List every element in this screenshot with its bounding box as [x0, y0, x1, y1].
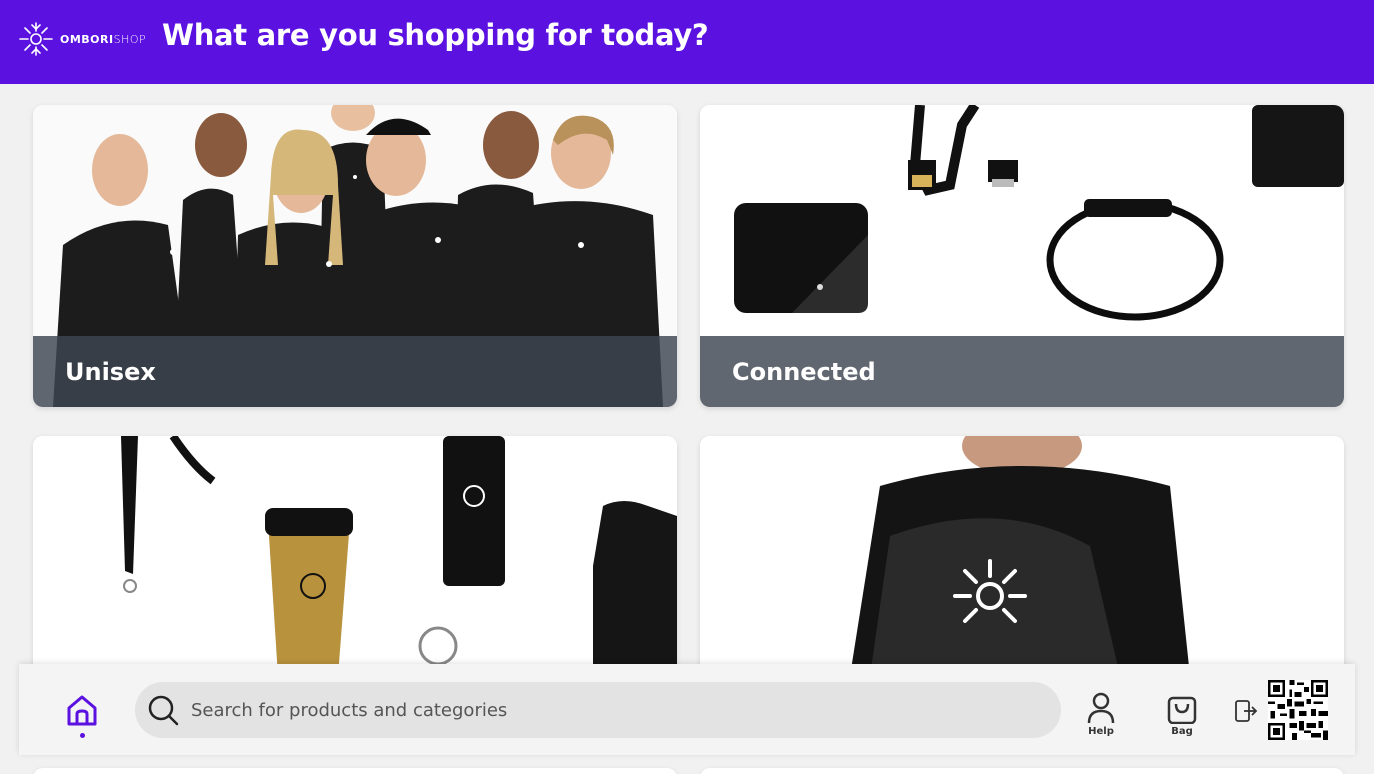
search-bar[interactable]: [135, 682, 1061, 738]
category-label: Connected: [700, 336, 1344, 407]
person-icon: [1087, 692, 1115, 724]
home-icon: [67, 695, 97, 726]
brand-name: OMBORISHOP: [60, 32, 147, 46]
category-card-unisex[interactable]: Unisex: [33, 105, 677, 407]
page-title: What are you shopping for today?: [162, 18, 709, 52]
category-label: Unisex: [33, 336, 677, 407]
help-label: Help: [1088, 726, 1114, 737]
bag-icon: [1167, 696, 1197, 724]
bag-label: Bag: [1171, 726, 1193, 737]
home-button[interactable]: [64, 692, 100, 738]
ombori-logo: OMBORISHOP: [18, 21, 146, 57]
ombori-logo-icon: [19, 22, 53, 56]
search-input[interactable]: [191, 682, 1041, 738]
category-card-row3-right[interactable]: [700, 768, 1344, 774]
search-icon: [148, 695, 179, 726]
exit-icon[interactable]: [1234, 699, 1258, 723]
bag-button[interactable]: Bag: [1167, 692, 1197, 737]
qr-code: [1268, 680, 1328, 740]
category-card-row3-left[interactable]: [33, 768, 677, 774]
header-bar: OMBORISHOP What are you shopping for tod…: [0, 0, 1374, 84]
category-card-accessories[interactable]: [33, 436, 677, 676]
active-indicator-dot: [80, 733, 85, 738]
category-card-bags[interactable]: [700, 436, 1344, 676]
help-button[interactable]: Help: [1086, 692, 1116, 737]
bottom-navigation-bar: Help Bag: [19, 664, 1355, 755]
bags-image: [700, 436, 1344, 676]
accessories-image: [33, 436, 677, 676]
category-card-connected[interactable]: Connected: [700, 105, 1344, 407]
